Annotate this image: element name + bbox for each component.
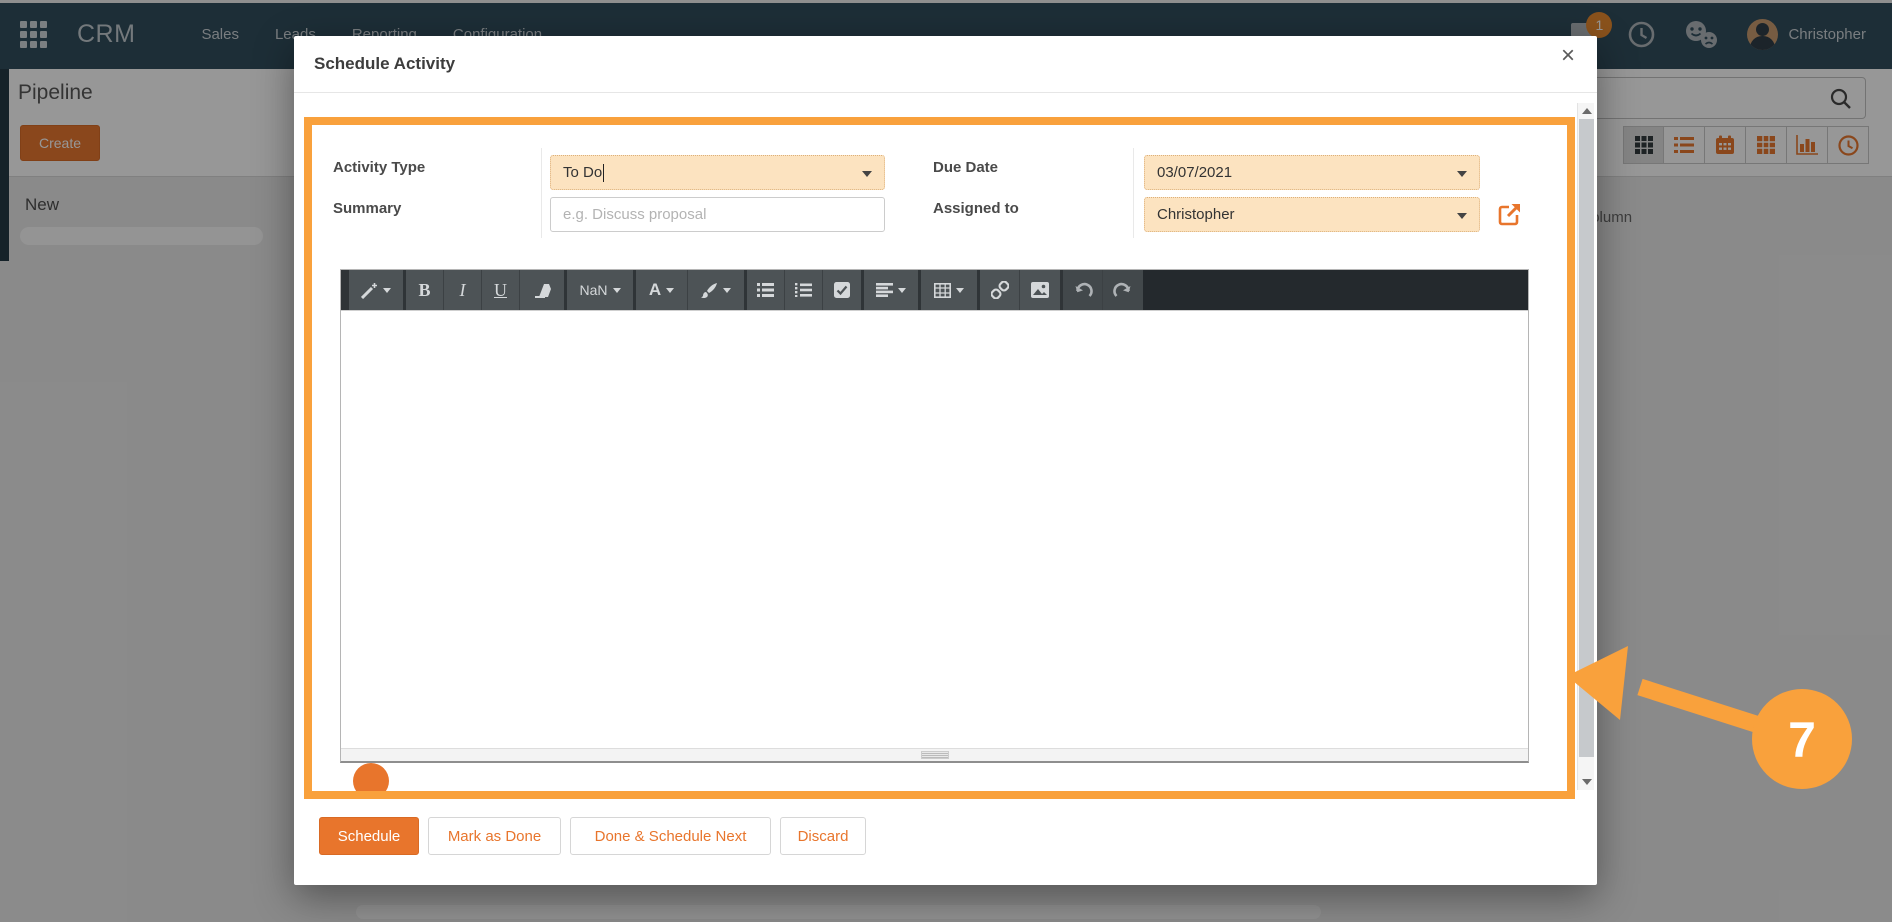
assigned-to-value: Christopher: [1157, 206, 1235, 223]
chevron-down-icon: [956, 288, 964, 293]
text-cursor: [603, 164, 604, 182]
triangle-up-icon: [1582, 108, 1592, 114]
done-schedule-next-button[interactable]: Done & Schedule Next: [570, 817, 771, 855]
screenshot-root: CRM Sales Leads Reporting Configuration …: [0, 0, 1892, 922]
chevron-down-icon: [723, 288, 731, 293]
undo-icon: [1073, 281, 1093, 299]
field-separator: [541, 148, 542, 238]
due-date-value: 03/07/2021: [1157, 164, 1232, 181]
checklist-button[interactable]: [823, 270, 861, 310]
chevron-down-icon: [666, 288, 674, 293]
bold-button[interactable]: B: [406, 270, 444, 310]
close-icon[interactable]: ×: [1561, 44, 1575, 68]
redo-icon: [1113, 281, 1133, 299]
scroll-down-button[interactable]: [1578, 774, 1595, 790]
annotation-click-dot: [353, 763, 389, 799]
chevron-down-icon: [383, 288, 391, 293]
chevron-down-icon: [613, 288, 621, 293]
chevron-down-icon: [1457, 213, 1467, 219]
toolbar-filler: [1143, 270, 1528, 310]
assigned-to-select[interactable]: Christopher: [1144, 197, 1480, 232]
assigned-to-label: Assigned to: [933, 200, 1019, 217]
font-size-dropdown[interactable]: NaN: [567, 270, 633, 310]
eraser-button[interactable]: [520, 270, 564, 310]
paintbrush-icon: [701, 282, 718, 299]
mark-as-done-button[interactable]: Mark as Done: [428, 817, 561, 855]
chevron-down-icon: [1457, 171, 1467, 177]
table-icon: [934, 283, 951, 298]
redo-button[interactable]: [1103, 270, 1143, 310]
italic-button[interactable]: I: [444, 270, 482, 310]
note-editor: B I U NaN A: [340, 269, 1529, 763]
bullet-list-button[interactable]: [747, 270, 785, 310]
highlight-color-dropdown[interactable]: [688, 270, 744, 310]
underline-button[interactable]: U: [482, 270, 520, 310]
checkbox-icon: [834, 282, 850, 298]
insert-link-button[interactable]: [980, 270, 1020, 310]
align-left-icon: [876, 283, 893, 297]
scroll-up-button[interactable]: [1578, 103, 1595, 119]
table-dropdown[interactable]: [921, 270, 977, 310]
schedule-activity-modal: Schedule Activity × Activity Type To Do …: [294, 36, 1597, 885]
due-date-label: Due Date: [933, 159, 998, 176]
modal-header: Schedule Activity ×: [294, 36, 1597, 93]
schedule-button[interactable]: Schedule: [319, 817, 419, 855]
chevron-down-icon: [898, 288, 906, 293]
activity-type-label: Activity Type: [333, 159, 425, 176]
chevron-down-icon: [862, 171, 872, 177]
triangle-down-icon: [1582, 779, 1592, 785]
summary-label: Summary: [333, 200, 401, 217]
link-icon: [991, 281, 1009, 299]
align-dropdown[interactable]: [864, 270, 918, 310]
undo-button[interactable]: [1063, 270, 1103, 310]
modal-title: Schedule Activity: [314, 54, 455, 74]
editor-bottom-bar: [341, 748, 1528, 761]
activity-type-value: To Do: [563, 164, 602, 181]
font-color-label: A: [649, 280, 661, 300]
external-link-icon[interactable]: [1497, 201, 1523, 227]
summary-input[interactable]: [550, 197, 885, 232]
numbered-list-button[interactable]: [785, 270, 823, 310]
due-date-input[interactable]: 03/07/2021: [1144, 155, 1480, 190]
scrollbar-thumb[interactable]: [1579, 119, 1594, 757]
ordered-list-icon: [795, 283, 812, 297]
field-separator: [1133, 148, 1134, 238]
activity-type-select[interactable]: To Do: [550, 155, 885, 190]
insert-image-button[interactable]: [1020, 270, 1060, 310]
font-color-dropdown[interactable]: A: [636, 270, 688, 310]
font-size-value: NaN: [579, 282, 607, 298]
style-wand-button[interactable]: [349, 270, 403, 310]
resize-handle[interactable]: [921, 751, 949, 759]
image-icon: [1031, 282, 1049, 298]
modal-scrollbar[interactable]: [1577, 103, 1594, 790]
magic-wand-icon: [361, 282, 378, 299]
eraser-icon: [533, 283, 552, 298]
discard-button[interactable]: Discard: [780, 817, 866, 855]
editor-text-area[interactable]: [341, 311, 1528, 748]
editor-toolbar: B I U NaN A: [341, 270, 1528, 311]
unordered-list-icon: [757, 283, 774, 297]
